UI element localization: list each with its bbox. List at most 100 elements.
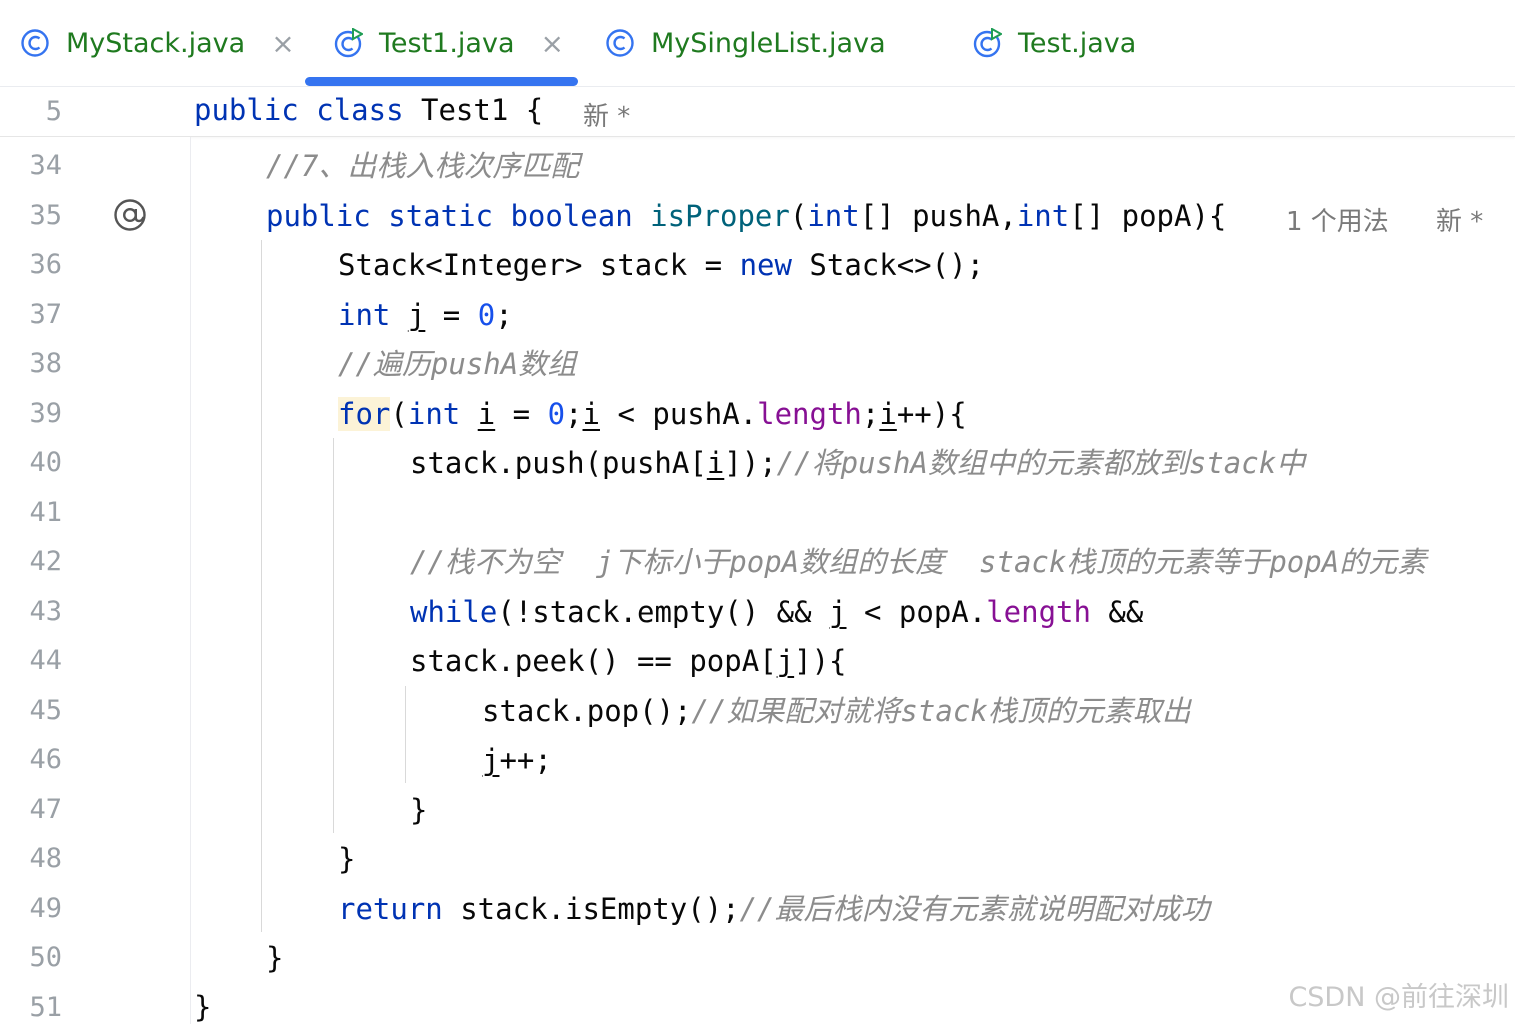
- keyword: int: [807, 199, 860, 233]
- keyword: class: [316, 93, 404, 127]
- code-text: < popA.: [846, 595, 987, 629]
- comment: //如果配对就将stack栈顶的元素取出: [691, 694, 1191, 728]
- keyword: new: [739, 248, 792, 282]
- line-number: 49: [29, 893, 62, 924]
- comment: //将pushA数组中的元素都放到stack中: [776, 446, 1306, 480]
- line-number: 45: [29, 695, 62, 726]
- variable: i: [706, 446, 725, 480]
- line-number: 5: [45, 96, 62, 127]
- sticky-class-header[interactable]: 5 public class Test1 { 新 *: [0, 87, 1515, 137]
- code-line-49[interactable]: return stack.isEmpty();//最后栈内没有元素就说明配对成功: [338, 892, 1210, 926]
- code-line-50[interactable]: }: [266, 941, 283, 975]
- line-number: 51: [29, 992, 62, 1023]
- keyword: boolean: [510, 199, 633, 233]
- code-text: [] pushA,: [859, 199, 1017, 233]
- keyword: public: [194, 93, 299, 127]
- comment: //7、出栈入栈次序匹配: [266, 149, 580, 183]
- variable: j: [829, 595, 847, 629]
- code-line-35[interactable]: public static boolean isProper(int[] pus…: [266, 199, 1226, 233]
- code-line-43[interactable]: while(!stack.empty() && j < popA.length …: [410, 595, 1143, 629]
- tab-test1[interactable]: Test1.java ×: [333, 0, 564, 86]
- keyword: public: [266, 199, 371, 233]
- line-number: 46: [29, 744, 62, 775]
- code-line-45[interactable]: stack.pop();//如果配对就将stack栈顶的元素取出: [482, 694, 1191, 728]
- code-text: (: [789, 199, 808, 233]
- code-text: ++){: [896, 397, 967, 431]
- close-icon[interactable]: ×: [541, 27, 564, 60]
- line-number: 34: [29, 150, 62, 181]
- keyword: int: [1016, 199, 1070, 233]
- field: length: [757, 397, 862, 431]
- code-text: (!stack.empty() &&: [497, 595, 830, 629]
- runnable-class-icon: [973, 28, 1002, 58]
- line-number: 41: [29, 497, 62, 528]
- code-text: stack.peek() == popA[: [410, 644, 777, 678]
- code-text: (: [390, 397, 408, 431]
- usages-hint[interactable]: 1 个用法: [1286, 201, 1389, 238]
- line-number: 39: [29, 398, 62, 429]
- code-line-42[interactable]: //栈不为空 j下标小于popA数组的长度 stack栈顶的元素等于popA的元…: [410, 545, 1426, 579]
- line-number: 42: [29, 546, 62, 577]
- code-line-46[interactable]: j++;: [482, 743, 552, 777]
- code-text: stack.pop();: [482, 694, 692, 728]
- code-text: }: [338, 842, 356, 876]
- variable: j: [776, 644, 795, 678]
- code-line-44[interactable]: stack.peek() == popA[j]){: [410, 644, 847, 678]
- class-icon: [606, 29, 634, 57]
- line-number: 47: [29, 794, 62, 825]
- comment: //最后栈内没有元素就说明配对成功: [739, 892, 1210, 926]
- variable: i: [879, 397, 897, 431]
- code-text: ++;: [499, 743, 552, 777]
- code-line-34[interactable]: //7、出栈入栈次序匹配: [266, 149, 579, 183]
- code-line-37[interactable]: int j = 0;: [338, 298, 513, 332]
- keyword: static: [388, 199, 493, 233]
- line-number: 44: [29, 645, 62, 676]
- field: length: [986, 595, 1091, 629]
- code-text: =: [495, 397, 548, 431]
- indent-guide: [405, 686, 406, 783]
- code-line-47[interactable]: }: [410, 793, 427, 827]
- variable: i: [477, 397, 496, 431]
- close-icon[interactable]: ×: [271, 27, 294, 60]
- tab-label: Test1.java: [379, 27, 515, 59]
- variable: j: [407, 298, 426, 332]
- code-text: }: [194, 990, 212, 1024]
- tab-label: Test.java: [1018, 27, 1137, 59]
- tab-mysinglelist[interactable]: MySingleList.java: [605, 0, 886, 86]
- code-line: public class Test1 {: [194, 93, 543, 127]
- number-literal: 0: [547, 397, 566, 431]
- annotation-at-icon[interactable]: [113, 198, 147, 232]
- keyword: int: [407, 397, 461, 431]
- author-hint[interactable]: 新 *: [1436, 201, 1483, 238]
- code-line-36[interactable]: Stack<Integer> stack = new Stack<>();: [338, 248, 984, 282]
- method-name: isProper: [650, 199, 790, 233]
- keyword: while: [410, 595, 498, 629]
- code-line-51[interactable]: }: [194, 990, 211, 1024]
- code-text: ]);: [724, 446, 777, 480]
- author-hint[interactable]: 新 *: [583, 96, 630, 133]
- code-line-38[interactable]: //遍历pushA数组: [338, 347, 576, 381]
- tab-test[interactable]: Test.java: [972, 0, 1136, 86]
- code-line-39[interactable]: for(int i = 0;i < pushA.length;i++){: [338, 397, 967, 431]
- active-tab-indicator: [305, 77, 578, 86]
- code-line-48[interactable]: }: [338, 842, 355, 876]
- line-number: 35: [29, 200, 62, 231]
- code-text: < pushA.: [599, 397, 758, 431]
- code-line-40[interactable]: stack.push(pushA[i]);//将pushA数组中的元素都放到st…: [410, 446, 1305, 480]
- code-text: ;: [495, 298, 513, 332]
- watermark: CSDN @前往深圳: [1288, 982, 1509, 1013]
- line-number: 40: [29, 447, 62, 478]
- tab-mystack[interactable]: MyStack.java ×: [20, 0, 295, 86]
- code-text: Stack<Integer> stack =: [338, 248, 740, 282]
- line-number: 43: [29, 596, 62, 627]
- variable: j: [482, 743, 500, 777]
- code-text: ;: [861, 397, 880, 431]
- indent-guide: [333, 438, 334, 833]
- variable: i: [582, 397, 600, 431]
- tab-label: MyStack.java: [66, 27, 246, 59]
- code-text: [] popA){: [1069, 199, 1227, 233]
- code-text: Test1 {: [403, 93, 544, 127]
- code-text: stack.isEmpty();: [442, 892, 740, 926]
- line-number: 50: [29, 942, 62, 973]
- code-text: }: [266, 941, 284, 975]
